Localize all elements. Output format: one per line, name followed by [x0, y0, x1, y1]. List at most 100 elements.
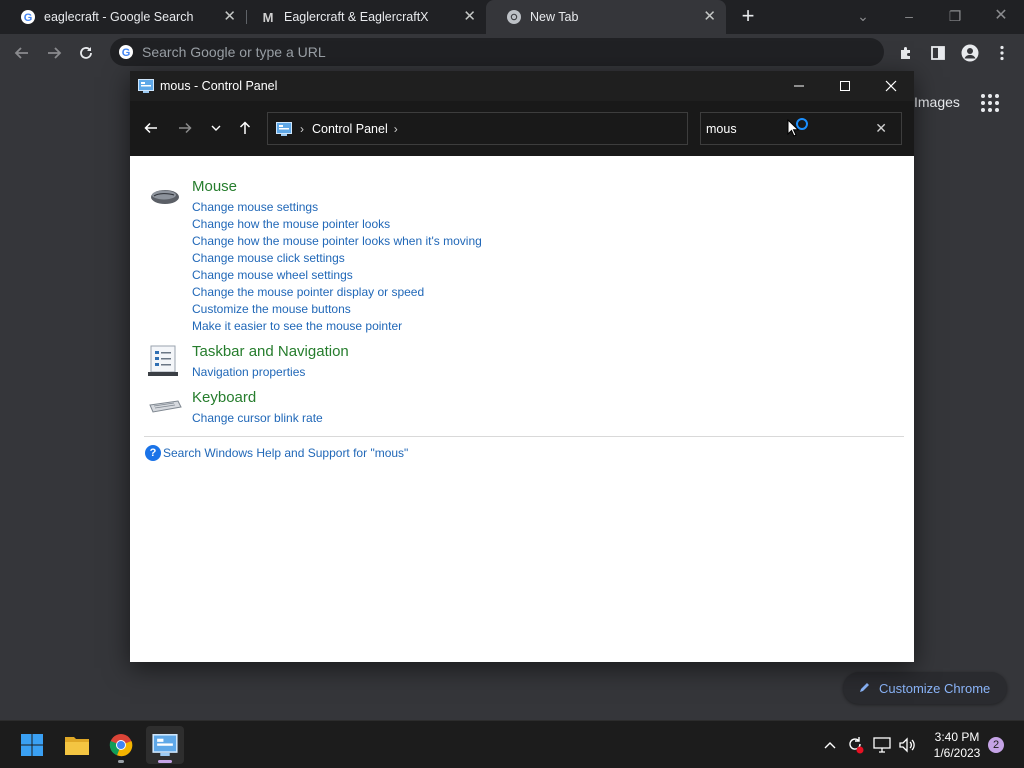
result-link[interactable]: Change mouse click settings [192, 250, 482, 267]
mouse-icon [148, 184, 182, 218]
tab-eaglercraft[interactable]: M Eaglercraft & EaglercraftX ✕ [240, 0, 486, 34]
tab-google-search[interactable]: G eaglecraft - Google Search ✕ [0, 0, 246, 34]
active-indicator [158, 760, 172, 763]
clock-time: 3:40 PM [934, 730, 980, 744]
chrome-taskbar-button[interactable] [102, 726, 140, 764]
sync-alert-icon[interactable] [845, 735, 865, 755]
control-panel-taskbar-button[interactable] [146, 726, 184, 764]
close-icon[interactable] [868, 71, 914, 101]
group-title[interactable]: Keyboard [192, 389, 256, 406]
breadcrumb[interactable]: Control Panel [312, 122, 388, 136]
new-tab-button[interactable]: + [736, 4, 760, 28]
breadcrumb-chevron-icon[interactable]: › [300, 122, 304, 136]
running-indicator [118, 760, 124, 763]
close-tab-icon[interactable]: ✕ [463, 9, 476, 25]
tab-new-tab[interactable]: New Tab ✕ [486, 0, 726, 34]
images-link[interactable]: Images [914, 94, 960, 110]
result-link[interactable]: Change mouse settings [192, 199, 482, 216]
close-icon[interactable]: ✕ [986, 4, 1016, 28]
google-g-icon: G [118, 44, 134, 60]
mouse-cursor-icon [787, 118, 800, 140]
group-title[interactable]: Mouse [192, 178, 237, 195]
window-title: mous - Control Panel [160, 79, 278, 93]
result-link[interactable]: Change the mouse pointer display or spee… [192, 284, 482, 301]
window-title-bar[interactable]: mous - Control Panel [130, 71, 914, 101]
address-bar[interactable]: › Control Panel › [267, 112, 812, 145]
result-link[interactable]: Customize the mouse buttons [192, 301, 482, 318]
omnibox-placeholder: Search Google or type a URL [142, 44, 326, 60]
control-panel-icon [152, 734, 178, 756]
reload-icon[interactable] [74, 41, 98, 65]
navigation-bar: › Control Panel › ✕ [130, 101, 914, 156]
chrome-toolbar: G Search Google or type a URL [0, 34, 1024, 72]
m-letter-icon: M [260, 9, 276, 25]
result-link[interactable]: Change cursor blink rate [192, 410, 323, 427]
search-results: Mouse Change mouse settings Change how t… [130, 156, 914, 662]
extensions-puzzle-icon[interactable] [894, 41, 918, 65]
side-panel-icon[interactable] [926, 41, 950, 65]
forward-arrow-icon[interactable] [175, 119, 195, 137]
kebab-menu-icon[interactable] [990, 41, 1014, 65]
divider [144, 436, 904, 437]
minimize-icon[interactable] [776, 71, 822, 101]
show-hidden-icons-chevron-icon[interactable] [820, 735, 840, 755]
chrome-tab-strip: G eaglecraft - Google Search ✕ M Eaglerc… [0, 0, 1024, 34]
result-link[interactable]: Make it easier to see the mouse pointer [192, 318, 482, 335]
clock-date: 1/6/2023 [933, 746, 981, 760]
svg-text:G: G [122, 47, 131, 59]
link-list: Change cursor blink rate [192, 410, 323, 427]
omnibox[interactable]: G Search Google or type a URL [110, 38, 884, 66]
result-link[interactable]: Change mouse wheel settings [192, 267, 482, 284]
control-panel-icon [276, 121, 292, 136]
restore-icon[interactable]: ❐ [940, 4, 970, 28]
control-panel-window: mous - Control Panel › Control Panel › m… [130, 71, 914, 662]
tab-title: Eaglercraft & EaglercraftX [284, 10, 429, 24]
link-list: Navigation properties [192, 364, 305, 381]
close-tab-icon[interactable]: ✕ [703, 9, 716, 25]
search-input[interactable] [706, 121, 856, 137]
link-list: Change mouse settings Change how the mou… [192, 199, 482, 335]
tab-search-chevron-icon[interactable]: ⌄ [848, 4, 878, 28]
chrome-icon [109, 734, 133, 757]
forward-arrow-icon[interactable] [42, 41, 66, 65]
minimize-icon[interactable]: – [894, 4, 924, 28]
profile-avatar-icon[interactable] [958, 41, 982, 65]
taskbar-icon [148, 345, 182, 379]
recent-locations-chevron-icon[interactable] [206, 119, 226, 137]
result-link[interactable]: Change how the mouse pointer looks [192, 216, 482, 233]
volume-icon[interactable] [897, 735, 917, 755]
breadcrumb-chevron-icon[interactable]: › [394, 122, 398, 136]
google-apps-grid-icon[interactable] [981, 94, 999, 112]
close-tab-icon[interactable]: ✕ [223, 9, 236, 25]
start-button[interactable] [13, 726, 51, 764]
notification-badge[interactable]: 2 [988, 737, 1004, 753]
folder-icon [65, 737, 89, 755]
up-arrow-icon[interactable] [235, 119, 255, 137]
file-explorer-button[interactable] [58, 726, 96, 764]
windows-logo-icon [21, 734, 43, 756]
windows-taskbar: 3:40 PM 1/6/2023 2 [0, 720, 1024, 768]
pencil-icon [859, 681, 871, 696]
svg-text:G: G [24, 12, 33, 24]
help-search-link[interactable]: ? Search Windows Help and Support for "m… [145, 445, 408, 461]
group-title[interactable]: Taskbar and Navigation [192, 343, 349, 360]
network-icon[interactable] [872, 735, 892, 755]
control-panel-icon [138, 79, 154, 93]
result-link[interactable]: Change how the mouse pointer looks when … [192, 233, 482, 250]
keyboard-icon [148, 395, 182, 429]
customize-chrome-label: Customize Chrome [879, 680, 991, 696]
system-clock[interactable]: 3:40 PM 1/6/2023 [929, 729, 985, 761]
maximize-icon[interactable] [822, 71, 868, 101]
search-box[interactable]: ✕ [700, 112, 902, 145]
tab-title: New Tab [530, 10, 579, 24]
svg-text:M: M [263, 10, 274, 25]
back-arrow-icon[interactable] [10, 41, 34, 65]
chrome-icon [506, 9, 522, 25]
google-g-icon: G [20, 9, 36, 25]
tab-title: eaglecraft - Google Search [44, 10, 194, 24]
customize-chrome-button[interactable]: Customize Chrome [843, 672, 1007, 704]
help-question-icon: ? [145, 445, 161, 461]
clear-search-icon[interactable]: ✕ [875, 120, 887, 137]
result-link[interactable]: Navigation properties [192, 364, 305, 381]
back-arrow-icon[interactable] [141, 119, 161, 137]
